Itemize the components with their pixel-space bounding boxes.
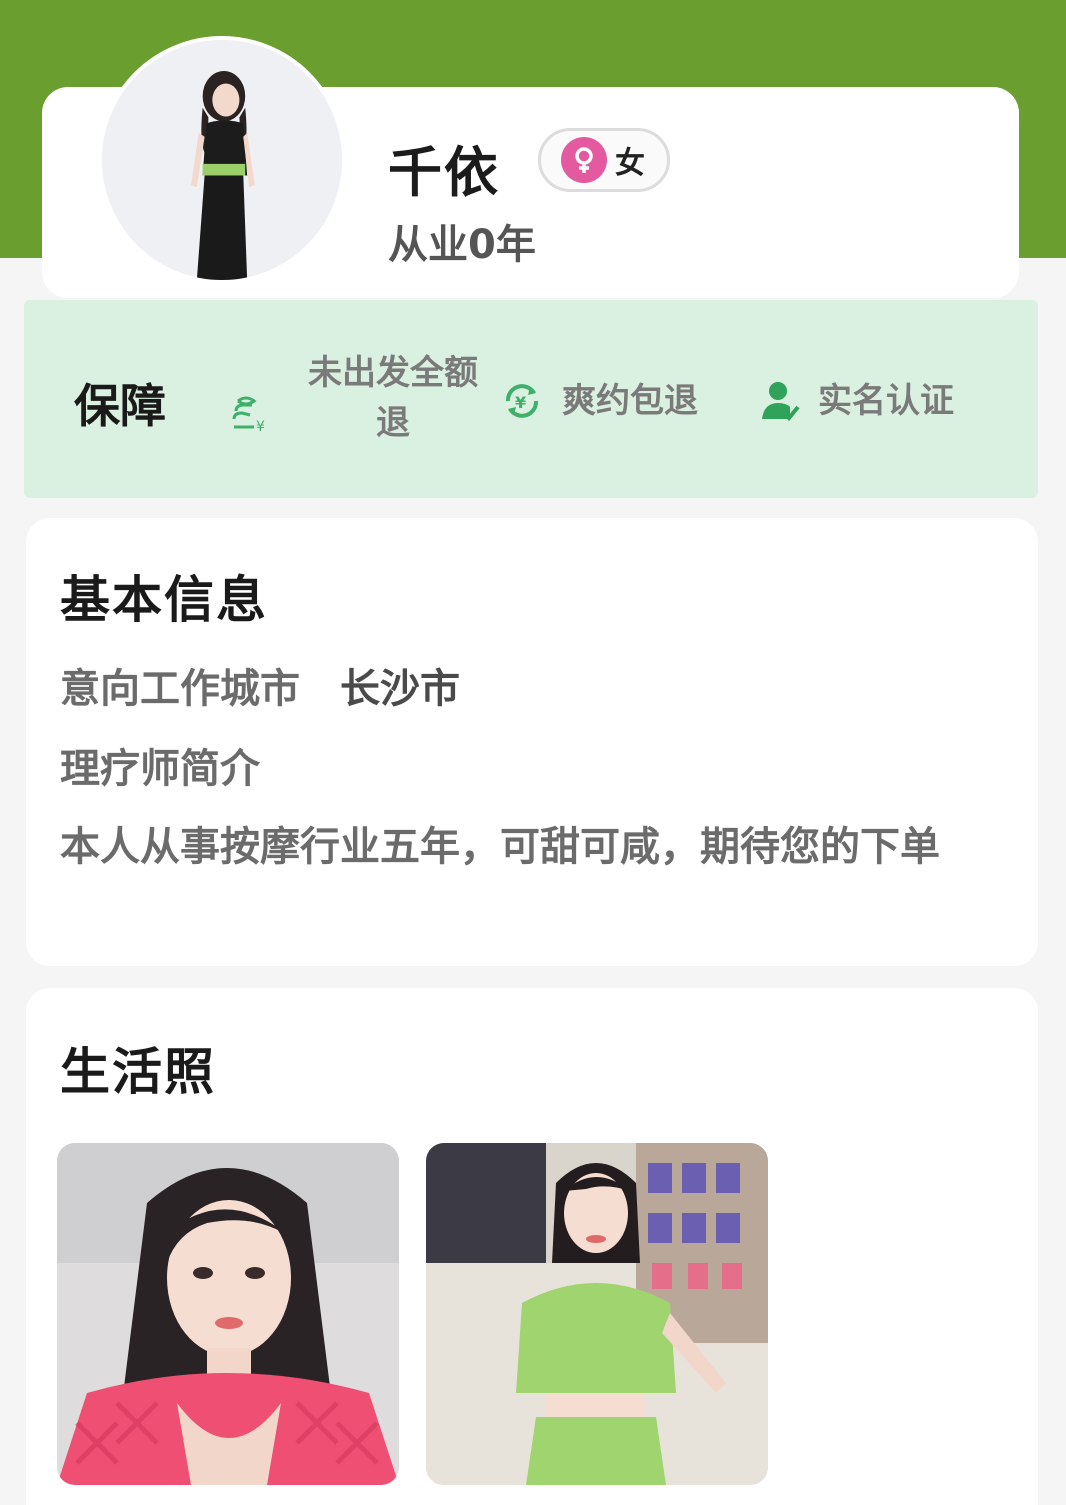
guarantee-item-no-show: ¥ 爽约包退: [498, 376, 698, 426]
gender-badge: 女: [538, 128, 670, 192]
svg-text:¥: ¥: [256, 419, 265, 435]
experience-years: 从业0年: [388, 222, 536, 268]
work-city-row: 意向工作城市 长沙市: [60, 656, 460, 714]
life-photo-1-image: [57, 1143, 399, 1485]
intro-label: 理疗师简介: [60, 746, 260, 792]
avatar[interactable]: [98, 36, 346, 284]
guarantee-label-verified: 实名认证: [818, 381, 954, 421]
avatar-photo: [102, 40, 342, 280]
work-city-value: 长沙市: [340, 666, 460, 712]
basic-info-card: 基本信息 意向工作城市 长沙市 理疗师简介 本人从事按摩行业五年，可甜可咸，期待您…: [26, 518, 1038, 966]
gender-label: 女: [615, 146, 645, 181]
life-photo-2-image: [426, 1143, 768, 1485]
guarantee-item-verified: 实名认证: [756, 376, 954, 426]
guarantee-bar: 保障 ¥ 未出发全额退 ¥ 爽约包退 实名认证: [24, 300, 1038, 498]
guarantee-label-refund: 未出发全额退: [308, 353, 478, 443]
life-photos-card: 生活照: [26, 988, 1038, 1505]
therapist-profile-page: 千依 女 从业0年 保障 ¥ 未出发全额退 ¥ 爽约包退 实名认证 基本信息 意…: [0, 0, 1066, 1505]
guarantee-label-no-show: 爽约包退: [562, 381, 698, 421]
therapist-name: 千依: [388, 141, 500, 204]
life-photo-2[interactable]: [426, 1143, 768, 1485]
life-photo-1[interactable]: [57, 1143, 399, 1485]
female-symbol-icon: [561, 137, 607, 183]
guarantee-item-refund: ¥ 未出发全额退: [224, 348, 478, 448]
refund-coin-icon: ¥: [224, 389, 272, 437]
yuan-refresh-icon: ¥: [498, 377, 546, 425]
guarantee-title: 保障: [74, 379, 166, 433]
svg-text:¥: ¥: [515, 393, 526, 412]
work-city-label: 意向工作城市: [60, 666, 300, 712]
verified-user-icon: [756, 377, 804, 425]
life-photos-title: 生活照: [60, 1043, 216, 1101]
intro-text: 本人从事按摩行业五年，可甜可咸，期待您的下单: [60, 824, 940, 870]
basic-info-title: 基本信息: [60, 571, 268, 629]
